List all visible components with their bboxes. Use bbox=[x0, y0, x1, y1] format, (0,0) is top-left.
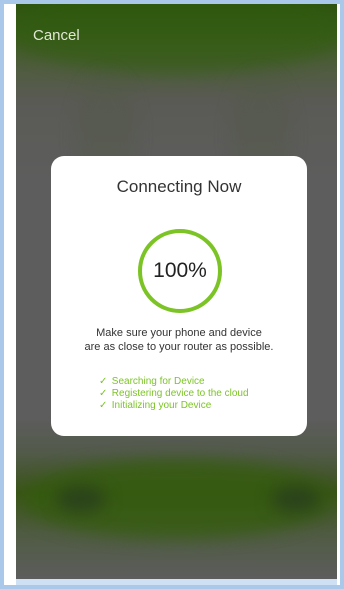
connecting-dialog: Connecting Now 100% Make sure your phone… bbox=[51, 156, 307, 436]
background-blur-dark-left bbox=[56, 486, 106, 512]
home-indicator-strip bbox=[16, 579, 337, 585]
step-item: ✓ Registering device to the cloud bbox=[99, 388, 249, 400]
step-label: Registering device to the cloud bbox=[111, 388, 249, 399]
app-screen: Cancel Connecting Now 100% Make sure you… bbox=[16, 4, 337, 579]
check-icon: ✓ bbox=[99, 388, 108, 399]
cancel-button[interactable]: Cancel bbox=[33, 27, 80, 44]
advice-line-1: Make sure your phone and device bbox=[96, 327, 262, 339]
check-icon: ✓ bbox=[99, 376, 108, 387]
advice-text: Make sure your phone and device are as c… bbox=[51, 326, 307, 354]
background-blur-dark-right bbox=[271, 486, 321, 512]
step-item: ✓ Searching for Device bbox=[99, 376, 249, 388]
step-item: ✓ Initializing your Device bbox=[99, 400, 249, 412]
step-list: ✓ Searching for Device ✓ Registering dev… bbox=[99, 376, 249, 412]
check-icon: ✓ bbox=[99, 400, 108, 411]
advice-line-2: are as close to your router as possible. bbox=[84, 341, 274, 353]
step-label: Initializing your Device bbox=[111, 400, 212, 411]
step-label: Searching for Device bbox=[111, 376, 205, 387]
progress-percent: 100% bbox=[153, 259, 207, 282]
dialog-title: Connecting Now bbox=[116, 177, 242, 196]
